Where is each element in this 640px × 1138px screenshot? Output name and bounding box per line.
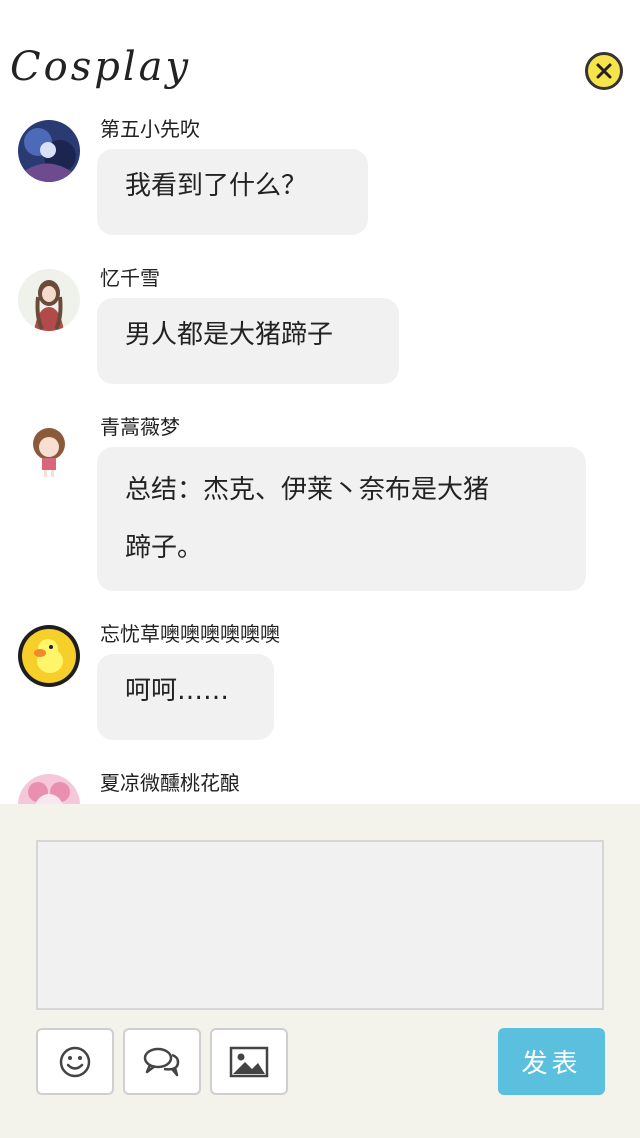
avatar-image [18,120,80,182]
comment-bubble: 呵呵…… [97,654,274,740]
close-button[interactable] [585,52,623,90]
avatar[interactable] [18,120,80,182]
commenter-name: 青蒿薇梦 [100,415,180,439]
avatar-image [18,625,80,687]
comment-bubble: 总结：杰克、伊莱丶奈布是大猪 蹄子。 [97,447,586,591]
mention-button[interactable] [123,1028,201,1095]
emoji-button[interactable] [36,1028,114,1095]
avatar[interactable] [18,269,80,331]
avatar-image [18,269,80,331]
comment-bubble: 我看到了什么？ [97,149,368,235]
comment-list[interactable]: 第五小先吹 我看到了什么？ 忆千雪 男人都是大猪蹄子 青蒿薇梦 总结：杰克、伊莱… [0,100,640,804]
avatar-image [18,774,80,804]
commenter-name: 夏凉微醺桃花酿 [100,771,240,795]
avatar[interactable] [18,625,80,687]
comment-page: Cosplay 第五小先吹 我看到了什么？ 忆千雪 男人都是大猪蹄子 青蒿薇梦 … [0,0,640,1138]
page-title: Cosplay [10,44,192,90]
avatar[interactable] [18,774,80,804]
image-button[interactable] [210,1028,288,1095]
avatar[interactable] [18,418,80,480]
image-icon [229,1046,269,1077]
smiley-icon [59,1046,91,1077]
commenter-name: 忘忧草噢噢噢噢噢噢 [100,622,280,646]
close-icon [596,63,612,79]
avatar-image [18,418,80,480]
comment-bubble: 男人都是大猪蹄子 [97,298,399,384]
send-button[interactable]: 发表 [498,1028,605,1095]
comment-input[interactable] [36,840,604,1010]
comment-composer: 发表 [0,804,640,1138]
commenter-name: 第五小先吹 [100,117,200,141]
commenter-name: 忆千雪 [100,266,160,290]
comment-text-line: 总结：杰克、伊莱丶奈布是大猪 [125,475,490,505]
chat-bubbles-icon [143,1047,180,1076]
comment-text-line: 蹄子。 [125,533,204,563]
